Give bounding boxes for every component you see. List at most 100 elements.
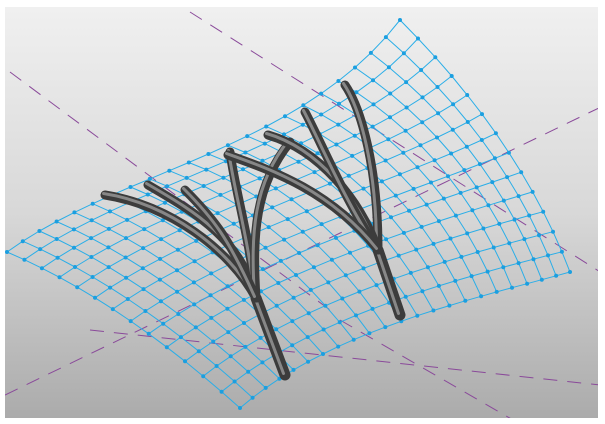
mesh-node[interactable] [54,219,59,224]
mesh-node[interactable] [361,186,366,191]
mesh-node[interactable] [300,229,305,234]
mesh-node[interactable] [211,339,216,344]
mesh-node[interactable] [343,273,348,278]
mesh-node[interactable] [243,150,248,155]
mesh-node[interactable] [420,289,425,294]
mesh-node[interactable] [72,210,77,215]
mesh-node[interactable] [485,269,490,274]
mesh-node[interactable] [501,198,506,203]
mesh-node[interactable] [510,285,514,290]
mesh-node[interactable] [451,102,456,107]
mesh-node[interactable] [241,297,246,302]
mesh-node[interactable] [192,259,197,264]
mesh-node[interactable] [386,65,391,70]
mesh-node[interactable] [474,185,479,190]
mesh-node[interactable] [274,327,279,332]
mesh-node[interactable] [340,296,345,301]
mesh-node[interactable] [530,189,535,194]
3d-scene[interactable] [0,0,605,424]
mesh-node[interactable] [175,268,179,273]
mesh-node[interactable] [458,190,463,195]
mesh-node[interactable] [304,209,309,214]
mesh-node[interactable] [38,247,43,252]
mesh-node[interactable] [146,331,151,336]
mesh-node[interactable] [208,293,213,298]
mesh-node[interactable] [260,267,265,272]
mesh-node[interactable] [209,271,214,276]
mesh-node[interactable] [419,224,424,229]
mesh-node[interactable] [57,275,62,280]
mesh-node[interactable] [425,265,430,270]
mesh-node[interactable] [537,233,541,238]
mesh-node[interactable] [125,217,130,222]
mesh-node[interactable] [158,299,163,304]
mesh-node[interactable] [283,114,287,119]
mesh-node[interactable] [353,65,357,70]
mesh-node[interactable] [326,280,331,285]
mesh-node[interactable] [167,168,172,173]
mesh-node[interactable] [464,144,469,149]
mesh-node[interactable] [546,253,550,258]
mesh-node[interactable] [273,186,278,191]
mesh-node[interactable] [191,280,196,285]
mesh-node[interactable] [329,257,334,262]
mesh-node[interactable] [225,306,230,311]
mesh-node[interactable] [479,294,484,299]
mesh-node[interactable] [290,319,295,324]
mesh-node[interactable] [206,152,211,156]
mesh-node[interactable] [160,218,165,223]
mesh-node[interactable] [407,208,411,213]
mesh-node[interactable] [371,102,376,107]
mesh-node[interactable] [165,184,170,189]
mesh-node[interactable] [416,36,420,41]
mesh-node[interactable] [319,91,324,96]
mesh-node[interactable] [204,167,209,172]
mesh-node[interactable] [192,302,197,307]
mesh-node[interactable] [505,175,510,180]
mesh-node[interactable] [388,91,393,96]
mesh-node[interactable] [219,389,224,394]
mesh-node[interactable] [141,287,146,292]
mesh-node[interactable] [123,255,128,260]
mesh-node[interactable] [128,319,133,324]
mesh-node[interactable] [282,237,287,242]
mesh-node[interactable] [431,308,436,313]
mesh-node[interactable] [469,274,474,279]
mesh-node[interactable] [559,249,564,254]
mesh-node[interactable] [183,359,187,364]
mesh-node[interactable] [72,245,76,250]
mesh-node[interactable] [175,289,180,294]
mesh-node[interactable] [334,235,338,240]
mesh-node[interactable] [266,225,271,230]
mesh-node[interactable] [90,201,95,206]
mesh-node[interactable] [276,281,281,285]
mesh-node[interactable] [415,165,420,170]
mesh-node[interactable] [250,395,255,400]
mesh-node[interactable] [296,159,301,164]
mesh-node[interactable] [541,209,546,214]
mesh-node[interactable] [93,295,97,300]
mesh-node[interactable] [209,315,214,320]
mesh-node[interactable] [401,150,406,155]
mesh-node[interactable] [436,219,441,224]
mesh-node[interactable] [352,133,357,138]
mesh-node[interactable] [201,184,206,188]
mesh-node[interactable] [305,335,310,340]
mesh-node[interactable] [145,192,150,197]
mesh-node[interactable] [176,312,181,316]
mesh-node[interactable] [554,273,559,278]
mesh-node[interactable] [147,176,152,181]
mesh-node[interactable] [450,127,455,132]
mesh-node[interactable] [492,156,497,161]
mesh-node[interactable] [384,237,389,242]
mesh-node[interactable] [354,313,358,318]
mesh-node[interactable] [337,101,341,106]
mesh-node[interactable] [481,226,486,231]
mesh-node[interactable] [435,85,440,89]
mesh-node[interactable] [420,95,425,100]
mesh-node[interactable] [141,246,146,251]
mesh-node[interactable] [158,256,163,261]
mesh-node[interactable] [449,74,454,78]
mesh-node[interactable] [128,185,133,189]
mesh-node[interactable] [493,131,498,136]
